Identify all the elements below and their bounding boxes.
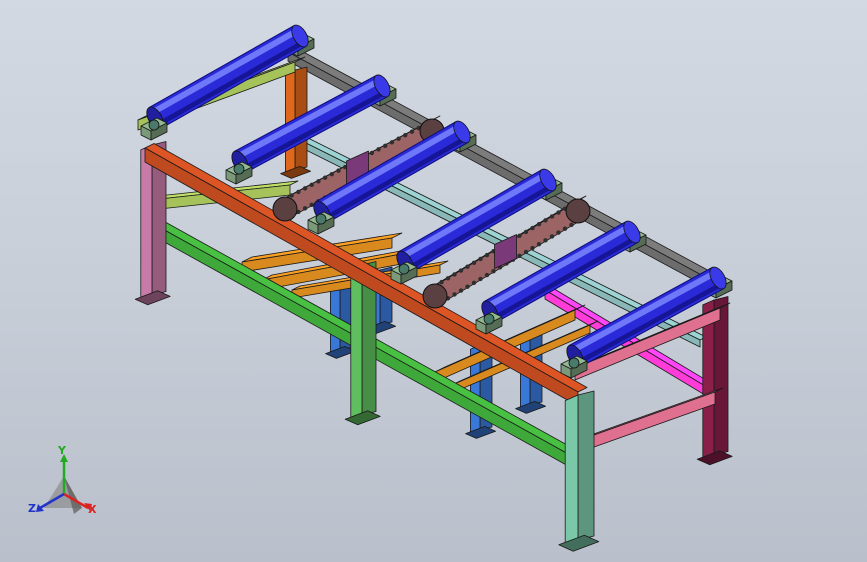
chain-conveyor-right-link xyxy=(569,222,574,228)
chain-conveyor-right-link xyxy=(556,230,561,235)
chain-conveyor-right-link xyxy=(549,214,555,219)
post-front-right-front xyxy=(564,394,579,546)
chain-conveyor-right-link xyxy=(543,238,548,243)
triad-z-label: Z xyxy=(28,502,36,515)
roller-5 xyxy=(481,220,641,324)
chain-conveyor-left-link xyxy=(322,175,328,180)
chain-conveyor-right-link xyxy=(517,233,522,238)
chain-conveyor-left-link xyxy=(403,132,408,138)
chain-conveyor-right-link xyxy=(484,252,490,258)
chain-conveyor-left-link xyxy=(316,179,321,184)
axis-triad[interactable]: Y X Z xyxy=(24,444,104,526)
chain-conveyor-left-link xyxy=(296,189,301,195)
chain-conveyor-left-link xyxy=(383,143,388,149)
chain-conveyor-right-link xyxy=(523,229,529,235)
post-front-left-front xyxy=(140,144,153,301)
chain-conveyor-right-link xyxy=(484,272,490,278)
chain-conveyor-right-sprocket xyxy=(565,198,591,224)
chain-conveyor-right-link xyxy=(491,269,496,274)
chain-conveyor-right-link xyxy=(478,276,483,282)
chain-conveyor-right-link xyxy=(536,241,542,247)
chain-conveyor-right-link xyxy=(536,221,542,227)
chain-conveyor-right-link xyxy=(452,292,457,297)
chain-conveyor-right-link xyxy=(458,268,464,273)
chain-conveyor-right-link xyxy=(543,218,548,223)
bearing-front-4-hub xyxy=(398,263,410,275)
chain-conveyor-right-link xyxy=(517,253,522,258)
bearing-front-5-hub xyxy=(483,313,495,325)
chain-conveyor-right-link xyxy=(478,256,483,262)
chain-conveyor-right-link xyxy=(530,225,535,231)
chain-conveyor-right-link xyxy=(556,210,561,215)
triad-y-label: Y xyxy=(58,444,66,457)
chain-conveyor-right-link xyxy=(562,226,568,231)
chain-conveyor-right-link xyxy=(452,272,457,277)
post-front-right-side xyxy=(577,390,595,541)
chain-conveyor-left-link xyxy=(302,206,308,211)
chain-conveyor-right-link xyxy=(471,260,477,266)
chain-conveyor-left-link xyxy=(336,168,341,173)
chain-conveyor-left-link xyxy=(389,140,395,145)
chain-conveyor-left-link xyxy=(309,202,314,208)
chain-conveyor-left-link xyxy=(376,147,381,152)
chain-conveyor-left-link xyxy=(309,182,314,188)
chain-conveyor-left-link xyxy=(369,150,375,156)
chain-conveyor-right-link xyxy=(523,249,529,255)
cad-viewport[interactable]: Y X Z xyxy=(0,0,867,562)
chain-conveyor-right-sprocket xyxy=(422,283,448,309)
bearing-front-3-hub xyxy=(315,213,327,225)
bearing-front-6-hub xyxy=(568,357,580,369)
conveyor-model[interactable] xyxy=(0,0,867,562)
chain-conveyor-right-link xyxy=(465,264,470,269)
post-front-mid-front xyxy=(350,264,363,421)
chain-conveyor-right-link xyxy=(549,234,555,239)
chain-conveyor-right-link xyxy=(465,284,470,289)
chain-conveyor-left-link xyxy=(302,186,308,191)
chain-conveyor-left-link xyxy=(396,136,401,141)
chain-conveyor-right-link xyxy=(471,280,477,286)
chain-conveyor-right-link xyxy=(445,276,451,281)
chain-conveyor-left-link xyxy=(289,193,294,198)
bearing-front-2-hub xyxy=(233,163,245,175)
right-lower-crossbar-front xyxy=(579,391,716,453)
chain-conveyor-right-link xyxy=(530,245,535,251)
chain-conveyor-left-sprocket xyxy=(272,196,298,222)
chain-conveyor-left-link xyxy=(329,171,334,177)
chain-conveyor-right-link xyxy=(458,288,464,293)
bearing-front-1-hub xyxy=(148,119,160,131)
triad-x-label: X xyxy=(88,503,97,516)
chain-conveyor-right-link xyxy=(439,279,444,285)
chain-conveyor-left-link xyxy=(409,129,415,134)
